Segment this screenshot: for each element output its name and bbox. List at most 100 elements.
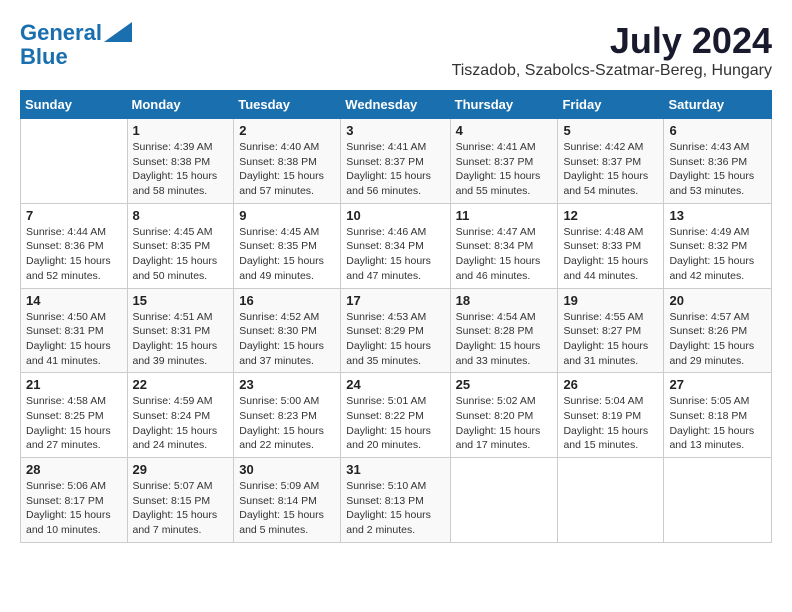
calendar-week-row: 14Sunrise: 4:50 AM Sunset: 8:31 PM Dayli… <box>21 288 772 373</box>
day-number: 17 <box>346 293 444 308</box>
day-info: Sunrise: 4:45 AM Sunset: 8:35 PM Dayligh… <box>133 225 229 284</box>
day-number: 21 <box>26 377 122 392</box>
header-wednesday: Wednesday <box>341 91 450 119</box>
month-year-title: July 2024 <box>452 20 772 62</box>
calendar-cell: 26Sunrise: 5:04 AM Sunset: 8:19 PM Dayli… <box>558 373 664 458</box>
day-info: Sunrise: 4:48 AM Sunset: 8:33 PM Dayligh… <box>563 225 658 284</box>
calendar-cell <box>558 458 664 543</box>
calendar-cell: 27 Sunrise: 5:05 AM Sunset: 8:18 PM Dayli… <box>664 373 772 458</box>
day-number: 1 <box>133 123 229 138</box>
page-header: General Blue July 2024 Tiszadob, Szabolc… <box>20 20 772 80</box>
logo-blue-text: Blue <box>20 44 68 70</box>
day-info: Sunrise: 4:53 AM Sunset: 8:29 PM Dayligh… <box>346 310 444 369</box>
header-monday: Monday <box>127 91 234 119</box>
calendar-cell: 21Sunrise: 4:58 AM Sunset: 8:25 PM Dayli… <box>21 373 128 458</box>
header-friday: Friday <box>558 91 664 119</box>
calendar-cell: 2 Sunrise: 4:40 AM Sunset: 8:38 PM Daylig… <box>234 119 341 204</box>
day-info: Sunrise: 4:55 AM Sunset: 8:27 PM Dayligh… <box>563 310 658 369</box>
day-info: Sunrise: 5:00 AM Sunset: 8:23 PM Dayligh… <box>239 394 335 453</box>
day-number: 8 <box>133 208 229 223</box>
calendar-cell: 10 Sunrise: 4:46 AM Sunset: 8:34 PM Dayli… <box>341 203 450 288</box>
calendar-cell: 5 Sunrise: 4:42 AM Sunset: 8:37 PM Daylig… <box>558 119 664 204</box>
calendar-cell: 19 Sunrise: 4:55 AM Sunset: 8:27 PM Dayli… <box>558 288 664 373</box>
day-info: Sunrise: 4:46 AM Sunset: 8:34 PM Dayligh… <box>346 225 444 284</box>
calendar-header-row: SundayMondayTuesdayWednesdayThursdayFrid… <box>21 91 772 119</box>
day-info: Sunrise: 5:09 AM Sunset: 8:14 PM Dayligh… <box>239 479 335 538</box>
calendar-week-row: 21Sunrise: 4:58 AM Sunset: 8:25 PM Dayli… <box>21 373 772 458</box>
day-info: Sunrise: 5:02 AM Sunset: 8:20 PM Dayligh… <box>456 394 553 453</box>
day-info: Sunrise: 4:41 AM Sunset: 8:37 PM Dayligh… <box>346 140 444 199</box>
calendar-cell: 16Sunrise: 4:52 AM Sunset: 8:30 PM Dayli… <box>234 288 341 373</box>
day-info: Sunrise: 4:39 AM Sunset: 8:38 PM Dayligh… <box>133 140 229 199</box>
day-number: 13 <box>669 208 766 223</box>
calendar-cell: 11 Sunrise: 4:47 AM Sunset: 8:34 PM Dayli… <box>450 203 558 288</box>
day-info: Sunrise: 4:43 AM Sunset: 8:36 PM Dayligh… <box>669 140 766 199</box>
header-thursday: Thursday <box>450 91 558 119</box>
calendar-cell: 12 Sunrise: 4:48 AM Sunset: 8:33 PM Dayli… <box>558 203 664 288</box>
day-info: Sunrise: 5:07 AM Sunset: 8:15 PM Dayligh… <box>133 479 229 538</box>
header-tuesday: Tuesday <box>234 91 341 119</box>
calendar-cell: 15 Sunrise: 4:51 AM Sunset: 8:31 PM Dayli… <box>127 288 234 373</box>
calendar-cell <box>450 458 558 543</box>
logo-text: General <box>20 20 102 46</box>
location-subtitle: Tiszadob, Szabolcs-Szatmar-Bereg, Hungar… <box>452 62 772 80</box>
calendar-table: SundayMondayTuesdayWednesdayThursdayFrid… <box>20 90 772 543</box>
day-number: 20 <box>669 293 766 308</box>
day-number: 5 <box>563 123 658 138</box>
calendar-cell: 1 Sunrise: 4:39 AM Sunset: 8:38 PM Daylig… <box>127 119 234 204</box>
calendar-cell: 24 Sunrise: 5:01 AM Sunset: 8:22 PM Dayli… <box>341 373 450 458</box>
day-number: 19 <box>563 293 658 308</box>
calendar-cell: 31 Sunrise: 5:10 AM Sunset: 8:13 PM Dayli… <box>341 458 450 543</box>
day-info: Sunrise: 5:05 AM Sunset: 8:18 PM Dayligh… <box>669 394 766 453</box>
calendar-cell: 25 Sunrise: 5:02 AM Sunset: 8:20 PM Dayli… <box>450 373 558 458</box>
day-number: 3 <box>346 123 444 138</box>
day-number: 12 <box>563 208 658 223</box>
day-info: Sunrise: 4:42 AM Sunset: 8:37 PM Dayligh… <box>563 140 658 199</box>
day-info: Sunrise: 4:51 AM Sunset: 8:31 PM Dayligh… <box>133 310 229 369</box>
day-number: 28 <box>26 462 122 477</box>
day-number: 27 <box>669 377 766 392</box>
day-info: Sunrise: 4:47 AM Sunset: 8:34 PM Dayligh… <box>456 225 553 284</box>
day-number: 15 <box>133 293 229 308</box>
day-number: 10 <box>346 208 444 223</box>
calendar-cell: 4 Sunrise: 4:41 AM Sunset: 8:37 PM Daylig… <box>450 119 558 204</box>
calendar-cell: 30Sunrise: 5:09 AM Sunset: 8:14 PM Dayli… <box>234 458 341 543</box>
day-info: Sunrise: 5:01 AM Sunset: 8:22 PM Dayligh… <box>346 394 444 453</box>
calendar-cell: 8 Sunrise: 4:45 AM Sunset: 8:35 PM Daylig… <box>127 203 234 288</box>
calendar-week-row: 1 Sunrise: 4:39 AM Sunset: 8:38 PM Daylig… <box>21 119 772 204</box>
day-number: 11 <box>456 208 553 223</box>
calendar-week-row: 28 Sunrise: 5:06 AM Sunset: 8:17 PM Dayli… <box>21 458 772 543</box>
day-info: Sunrise: 5:10 AM Sunset: 8:13 PM Dayligh… <box>346 479 444 538</box>
calendar-cell: 14Sunrise: 4:50 AM Sunset: 8:31 PM Dayli… <box>21 288 128 373</box>
day-info: Sunrise: 4:40 AM Sunset: 8:38 PM Dayligh… <box>239 140 335 199</box>
calendar-cell: 17 Sunrise: 4:53 AM Sunset: 8:29 PM Dayli… <box>341 288 450 373</box>
logo-arrow-icon <box>104 22 132 42</box>
header-sunday: Sunday <box>21 91 128 119</box>
calendar-cell: 13Sunrise: 4:49 AM Sunset: 8:32 PM Dayli… <box>664 203 772 288</box>
day-number: 2 <box>239 123 335 138</box>
day-info: Sunrise: 4:44 AM Sunset: 8:36 PM Dayligh… <box>26 225 122 284</box>
calendar-cell: 29 Sunrise: 5:07 AM Sunset: 8:15 PM Dayli… <box>127 458 234 543</box>
day-number: 31 <box>346 462 444 477</box>
day-number: 14 <box>26 293 122 308</box>
day-info: Sunrise: 4:41 AM Sunset: 8:37 PM Dayligh… <box>456 140 553 199</box>
calendar-week-row: 7 Sunrise: 4:44 AM Sunset: 8:36 PM Daylig… <box>21 203 772 288</box>
day-number: 7 <box>26 208 122 223</box>
calendar-cell: 6 Sunrise: 4:43 AM Sunset: 8:36 PM Daylig… <box>664 119 772 204</box>
day-info: Sunrise: 4:54 AM Sunset: 8:28 PM Dayligh… <box>456 310 553 369</box>
day-info: Sunrise: 5:06 AM Sunset: 8:17 PM Dayligh… <box>26 479 122 538</box>
day-number: 26 <box>563 377 658 392</box>
day-number: 4 <box>456 123 553 138</box>
day-number: 24 <box>346 377 444 392</box>
calendar-cell: 20 Sunrise: 4:57 AM Sunset: 8:26 PM Dayli… <box>664 288 772 373</box>
calendar-cell: 3 Sunrise: 4:41 AM Sunset: 8:37 PM Daylig… <box>341 119 450 204</box>
day-number: 6 <box>669 123 766 138</box>
day-number: 29 <box>133 462 229 477</box>
day-number: 9 <box>239 208 335 223</box>
header-saturday: Saturday <box>664 91 772 119</box>
calendar-cell: 18Sunrise: 4:54 AM Sunset: 8:28 PM Dayli… <box>450 288 558 373</box>
day-number: 25 <box>456 377 553 392</box>
calendar-cell: 28 Sunrise: 5:06 AM Sunset: 8:17 PM Dayli… <box>21 458 128 543</box>
day-info: Sunrise: 4:57 AM Sunset: 8:26 PM Dayligh… <box>669 310 766 369</box>
day-info: Sunrise: 4:52 AM Sunset: 8:30 PM Dayligh… <box>239 310 335 369</box>
